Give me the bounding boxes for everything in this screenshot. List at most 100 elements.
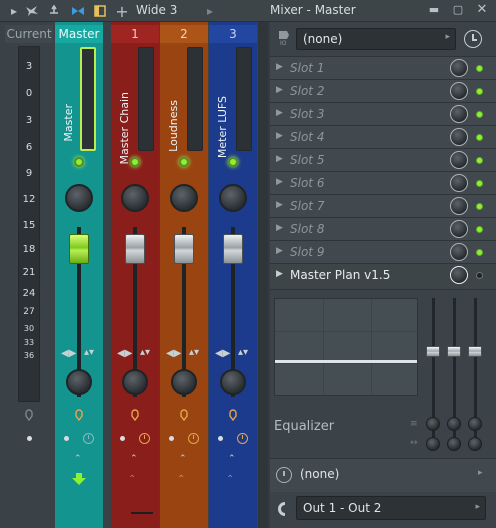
pan-knob[interactable] <box>65 184 93 212</box>
send-up-icon[interactable]: ⌃ <box>130 454 138 464</box>
input-plug-icon[interactable]: IO <box>276 28 292 47</box>
slot-mix-knob[interactable] <box>450 220 468 238</box>
route-lock-icon[interactable] <box>24 407 34 422</box>
channel-strip-3[interactable]: 3 Meter LUFS ◀▶ ▴▾ ⌃ ⌃ <box>209 22 257 528</box>
channel-name[interactable]: Master Chain <box>118 92 131 164</box>
slot-enable-led[interactable] <box>476 180 483 187</box>
stereo-sep-icon[interactable]: ▴▾ <box>140 347 150 358</box>
route-icon[interactable] <box>228 407 238 422</box>
add-track-button[interactable]: + <box>114 2 130 21</box>
stereo-knob[interactable] <box>66 369 92 395</box>
pan-knob[interactable] <box>170 184 198 212</box>
fx-slot-2[interactable]: ▶ Slot 2 <box>270 79 496 102</box>
fx-slot-4[interactable]: ▶ Slot 4 <box>270 125 496 148</box>
output-plug-icon[interactable] <box>276 500 294 518</box>
swap-lr-icon[interactable]: ◀▶ <box>61 348 76 359</box>
route-icon[interactable] <box>130 407 140 422</box>
expand-arrow-icon[interactable]: ▸ <box>202 3 218 19</box>
stereo-sep-icon[interactable]: ▴▾ <box>189 347 199 358</box>
stereo-knob[interactable] <box>171 369 197 395</box>
menu-arrow-icon[interactable]: ▸ <box>6 3 22 19</box>
eq-low-fader[interactable] <box>426 346 440 357</box>
fx-slot-master[interactable]: ▶ Master Plan v1.5 <box>270 263 496 288</box>
slot-mix-knob[interactable] <box>450 243 468 261</box>
output-select-value[interactable]: (none) <box>300 467 339 481</box>
route-icon[interactable] <box>179 407 189 422</box>
channel-enable-led[interactable] <box>130 157 140 167</box>
eq-mid-fader[interactable] <box>447 346 461 357</box>
send-up-icon[interactable]: ⌃ <box>228 454 236 464</box>
slot-enable-led[interactable] <box>476 88 483 95</box>
channel-enable-led[interactable] <box>179 157 189 167</box>
slot-mix-knob[interactable] <box>450 128 468 146</box>
volume-fader[interactable] <box>174 234 194 264</box>
fx-slot-8[interactable]: ▶ Slot 8 <box>270 217 496 240</box>
slot-enable-led[interactable] <box>476 226 483 233</box>
bird-icon[interactable] <box>24 3 40 19</box>
channel-strip-1[interactable]: 1 Master Chain ◀▶ ▴▾ ⌃ ⌃ <box>111 22 159 528</box>
channel-name[interactable]: Meter LUFS <box>216 96 229 158</box>
eq-high-fader[interactable] <box>468 346 482 357</box>
slot-enable-led[interactable] <box>476 272 483 279</box>
fx-slot-5[interactable]: ▶ Slot 5 <box>270 148 496 171</box>
fx-slot-9[interactable]: ▶ Slot 9 <box>270 240 496 263</box>
slot-mix-knob[interactable] <box>450 59 468 77</box>
volume-fader[interactable] <box>125 234 145 264</box>
close-icon[interactable]: ✕ <box>474 2 490 18</box>
channel-enable-led[interactable] <box>74 157 84 167</box>
output-route-select[interactable]: Out 1 - Out 2 ▸ <box>296 496 486 520</box>
latency-clock-icon[interactable] <box>237 433 248 444</box>
stereo-sep-icon[interactable]: ▴▾ <box>84 347 94 358</box>
eq-bw-knob-mid[interactable] <box>447 437 461 451</box>
clock-icon[interactable] <box>464 30 482 48</box>
eq-freq-knob-high[interactable] <box>468 417 482 431</box>
volume-fader[interactable] <box>223 234 243 264</box>
stereo-knob[interactable] <box>122 369 148 395</box>
slot-mix-knob[interactable] <box>450 174 468 192</box>
fx-slot-1[interactable]: ▶ Slot 1 <box>270 56 496 79</box>
latency-clock-icon[interactable] <box>139 433 150 444</box>
slot-enable-led[interactable] <box>476 157 483 164</box>
stereo-knob[interactable] <box>220 369 246 395</box>
eq-bw-knob-high[interactable] <box>468 437 482 451</box>
channel-name[interactable]: Master <box>62 104 75 142</box>
slot-enable-led[interactable] <box>476 65 483 72</box>
slot-mix-knob[interactable] <box>450 197 468 215</box>
channel-strip-master[interactable]: Master Master ◀▶ ▴▾ ⌃ <box>55 22 103 528</box>
stereo-sep-icon[interactable]: ▴▾ <box>238 347 248 358</box>
input-select[interactable]: (none) ▸ <box>296 28 456 50</box>
slot-enable-led[interactable] <box>476 134 483 141</box>
slot-enable-led[interactable] <box>476 203 483 210</box>
channel-strip-2[interactable]: 2 Loudness ◀▶ ▴▾ ⌃ ⌃ <box>160 22 208 528</box>
swap-lr-icon[interactable]: ◀▶ <box>166 348 181 359</box>
swap-lr-icon[interactable]: ◀▶ <box>117 348 132 359</box>
minimize-icon[interactable]: ▬ <box>426 2 442 18</box>
scroll-handle[interactable] <box>131 512 153 514</box>
pan-knob[interactable] <box>219 184 247 212</box>
eq-bw-knob-low[interactable] <box>426 437 440 451</box>
link-icon[interactable] <box>70 3 86 19</box>
swap-lr-icon[interactable]: ◀▶ <box>215 348 230 359</box>
channel-enable-led[interactable] <box>228 157 238 167</box>
send-arrow-icon[interactable]: ⌃ <box>177 474 185 485</box>
eq-freq-knob-low[interactable] <box>426 417 440 431</box>
channel-name[interactable]: Loudness <box>167 100 180 152</box>
fx-slot-7[interactable]: ▶ Slot 7 <box>270 194 496 217</box>
slot-mix-knob[interactable] <box>450 266 468 284</box>
layout-icon[interactable] <box>92 3 108 19</box>
fx-slot-6[interactable]: ▶ Slot 6 <box>270 171 496 194</box>
route-icon[interactable] <box>74 407 84 422</box>
pan-knob[interactable] <box>121 184 149 212</box>
layout-preset-label[interactable]: Wide 3 <box>136 3 177 17</box>
caret-right-icon[interactable]: ▸ <box>478 468 483 478</box>
latency-clock-icon[interactable] <box>188 433 199 444</box>
strip-scrollbar[interactable] <box>258 22 268 528</box>
latency-clock-icon[interactable] <box>83 433 94 444</box>
volume-fader[interactable] <box>69 234 89 264</box>
send-arrow-icon[interactable]: ⌃ <box>128 474 136 485</box>
send-down-arrow-icon[interactable] <box>72 473 86 488</box>
slot-mix-knob[interactable] <box>450 105 468 123</box>
eq-freq-knob-mid[interactable] <box>447 417 461 431</box>
pin-icon[interactable] <box>46 3 62 19</box>
maximize-icon[interactable]: ▢ <box>450 2 466 18</box>
